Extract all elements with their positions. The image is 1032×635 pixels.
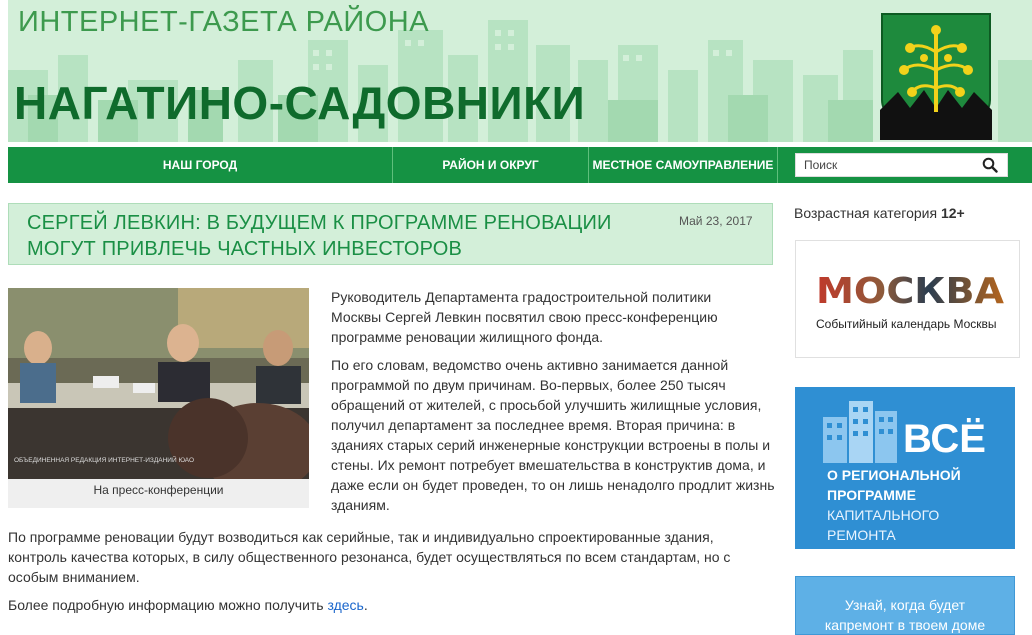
article-paragraph: По его словам, ведомство очень активно з… xyxy=(331,357,775,513)
kapremont-text: Узнай, когда будет капремонт в твоем дом… xyxy=(796,595,1014,634)
site-title[interactable]: НАГАТИНО-САДОВНИКИ xyxy=(14,76,585,130)
photo-watermark: ОБЪЕДИНЕННАЯ РЕДАКЦИЯ ИНТЕРНЕТ-ИЗДАНИЙ Ю… xyxy=(14,455,194,464)
age-value: 12+ xyxy=(940,205,965,221)
nav-item-mestnoe-samoupravlenie[interactable]: МЕСТНОЕ САМОУПРАВЛЕНИЕ xyxy=(589,147,777,183)
site-subtitle: ИНТЕРНЕТ-ГАЗЕТА РАЙОНА xyxy=(18,6,430,38)
vse-line: О РЕГИОНАЛЬНОЙ xyxy=(827,467,961,483)
more-text: Более подробную информацию можно получит… xyxy=(8,597,328,613)
kapremont-line: Узнай, когда будет xyxy=(844,597,966,613)
more-end: . xyxy=(363,597,368,613)
vse-line: КАПИТАЛЬНОГО xyxy=(827,507,940,523)
vse-line: ПРОГРАММЕ xyxy=(827,487,916,503)
nav-item-rayon-i-okrug[interactable]: РАЙОН И ОКРУГ xyxy=(393,147,588,183)
kapremont-banner[interactable]: Узнай, когда будет капремонт в твоем дом… xyxy=(795,576,1015,635)
main-nav: НАШ ГОРОД РАЙОН И ОКРУГ МЕСТНОЕ САМОУПРА… xyxy=(8,147,1032,183)
district-emblem-icon[interactable] xyxy=(880,12,992,140)
vse-line: РЕМОНТА xyxy=(827,527,896,543)
photo-caption: На пресс-конференции xyxy=(93,483,224,497)
nav-divider xyxy=(777,147,778,183)
vse-heading: ВСЁ xyxy=(903,417,987,461)
article-date: Май 23, 2017 xyxy=(679,214,753,228)
age-label: Возрастная категория xyxy=(794,205,941,221)
search-box xyxy=(795,153,1008,177)
kapremont-line: капремонт в твоем доме xyxy=(824,617,986,633)
nav-item-nash-gorod[interactable]: НАШ ГОРОД xyxy=(8,147,392,183)
moscow-banner-subtitle: Событийный календарь Москвы xyxy=(816,317,997,331)
building-icon xyxy=(823,401,897,463)
more-link[interactable]: здесь xyxy=(327,597,363,613)
age-rating: Возрастная категория 12+ xyxy=(794,205,965,221)
capital-repair-banner[interactable]: ВСЁ О РЕГИОНАЛЬНОЙ ПРОГРАММЕ КАПИТАЛЬНОГ… xyxy=(795,387,1015,549)
article-more-paragraph: Более подробную информацию можно получит… xyxy=(8,595,768,615)
moscow-calendar-banner[interactable]: МОСКВА Событийный календарь Москвы xyxy=(795,240,1020,358)
site-header: ИНТЕРНЕТ-ГАЗЕТА РАЙОНА НАГАТИНО-САДОВНИК… xyxy=(8,0,1032,142)
search-icon[interactable] xyxy=(982,157,998,173)
press-conference-photo[interactable]: ОБЪЕДИНЕННАЯ РЕДАКЦИЯ ИНТЕРНЕТ-ИЗДАНИЙ Ю… xyxy=(8,288,309,479)
article-photo-frame: ОБЪЕДИНЕННАЯ РЕДАКЦИЯ ИНТЕРНЕТ-ИЗДАНИЙ Ю… xyxy=(8,288,309,508)
article-paragraph: Руководитель Департамента градостроитель… xyxy=(331,289,718,345)
article-paragraph: По программе реновации будут возводиться… xyxy=(8,529,731,585)
article-header: СЕРГЕЙ ЛЕВКИН: В БУДУЩЕМ К ПРОГРАММЕ РЕН… xyxy=(8,203,773,265)
moscow-logo: МОСКВА xyxy=(816,271,1004,307)
search-input[interactable] xyxy=(796,154,976,176)
moscow-word: МОСКВА xyxy=(816,271,1004,307)
article-title: СЕРГЕЙ ЛЕВКИН: В БУДУЩЕМ К ПРОГРАММЕ РЕН… xyxy=(27,212,612,260)
